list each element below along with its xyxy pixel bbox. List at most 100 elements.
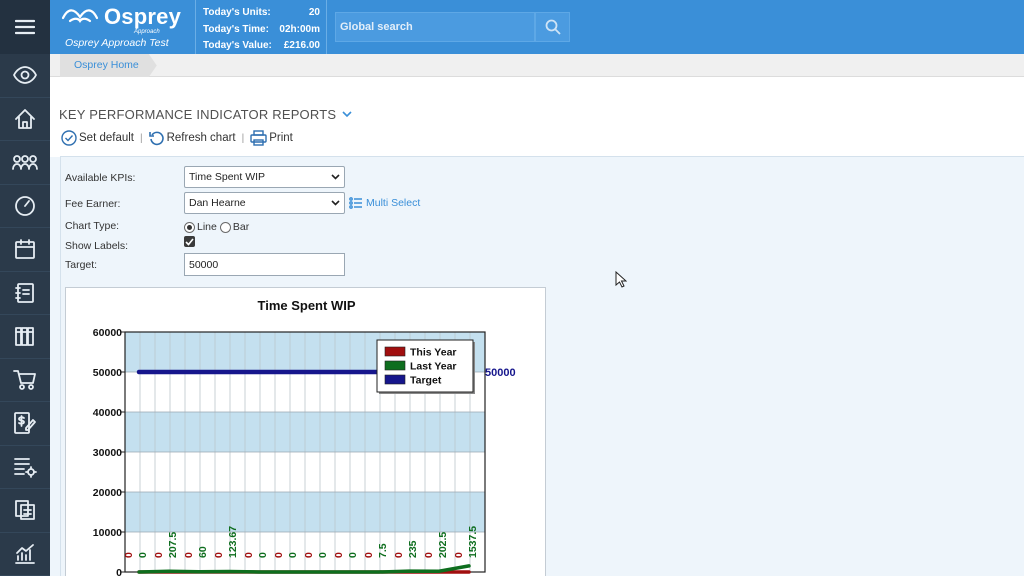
legend-swatch [384,346,406,357]
chart-icon [15,543,35,564]
y-tick-label: 40000 [93,407,122,419]
data-label: 0 [423,552,435,558]
rail-item-documents[interactable] [0,489,50,533]
list-gear-icon [14,457,37,478]
tenant-name: Osprey Approach Test [65,37,169,49]
notebook-icon [15,282,34,303]
data-label: 123.67 [227,526,239,558]
check-icon [185,237,194,246]
data-label: 0 [363,552,375,558]
stat-value-row: Today's Value: £216.00 [203,38,320,55]
chevron-down-icon [342,111,352,118]
rail-item-cart[interactable] [0,359,50,402]
rail-item-home[interactable] [0,98,50,141]
set-default-button[interactable]: Set default [61,130,134,146]
data-label: 0 [137,552,149,558]
dollar-edit-icon [14,412,36,435]
rail-item-reports[interactable] [0,533,50,576]
chevron-down-icon [331,200,340,206]
data-label: 0 [347,552,359,558]
radio-bar[interactable] [219,221,231,233]
y-tick-label: 30000 [93,447,122,459]
fee-earner-select[interactable]: Dan Hearne [184,192,345,214]
chart-type-options: Line Bar [184,221,249,233]
breadcrumb-home[interactable]: Osprey Home [60,54,157,77]
target-input[interactable] [184,253,345,276]
hamburger-icon [15,19,35,35]
chart-type-label: Chart Type: [65,220,120,232]
legend-label: Target [410,375,442,387]
stat-label: Today's Time: [203,23,269,35]
documents-icon [15,500,35,521]
rail-item-calendar[interactable] [0,228,50,272]
rail-item-library[interactable] [0,315,50,359]
data-label: 0 [153,552,165,558]
stat-value: £216.00 [283,40,320,51]
page-header: KEY PERFORMANCE INDICATOR REPORTS Set de… [50,77,1024,157]
rail-item-contacts[interactable] [0,141,50,185]
data-label: 0 [123,552,135,558]
data-label: 0 [273,552,285,558]
stat-value: 02h:00m [279,23,320,35]
print-label: Print [269,132,293,144]
books-icon [15,327,34,347]
list-icon [349,197,362,209]
page-title[interactable]: KEY PERFORMANCE INDICATOR REPORTS [59,107,352,122]
check-circle-icon [61,130,77,146]
show-labels-label: Show Labels: [65,240,129,252]
data-label: 0 [183,552,195,558]
y-tick-label: 50000 [93,367,122,379]
menu-button[interactable] [0,0,50,54]
calendar-icon [15,239,35,260]
rail-item-notebook[interactable] [0,272,50,315]
left-rail [0,0,50,576]
print-button[interactable]: Print [250,130,293,146]
refresh-label: Refresh chart [166,132,236,144]
kpi-select[interactable]: Time Spent WIP [184,166,345,188]
show-labels-checkbox[interactable] [184,236,195,247]
logo-text: Osprey [104,4,182,29]
data-label: 0 [257,552,269,558]
rail-item-settings-list[interactable] [0,446,50,489]
fee-earner-label: Fee Earner: [65,198,121,210]
multi-select-link[interactable]: Multi Select [349,197,420,209]
toolbar-separator: | [139,132,143,144]
data-label: 0 [393,552,405,558]
report-toolbar: Set default | Refresh chart | Print [61,130,293,146]
today-stats: Today's Units: 20 Today's Time: 02h:00m … [195,0,327,54]
rail-item-view[interactable] [0,54,50,98]
data-label: 0 [453,552,465,558]
y-tick-label: 10000 [93,527,122,539]
stat-value: 20 [308,7,320,18]
data-label: 60 [197,546,209,558]
chevron-down-icon [331,174,340,180]
legend-swatch [384,374,406,385]
kpi-select-value: Time Spent WIP [189,171,266,183]
refresh-icon [148,131,164,146]
mouse-cursor-icon [615,271,627,288]
target-end-label: 50000 [485,367,516,379]
data-label: 7.5 [377,543,389,558]
radio-bar-label: Bar [232,221,250,233]
data-label: 0 [303,552,315,558]
data-label: 0 [213,552,225,558]
data-label: 0 [317,552,329,558]
radio-line[interactable] [184,221,195,233]
search-button[interactable] [535,12,570,42]
rail-item-billing[interactable] [0,402,50,446]
toolbar-separator: | [241,132,245,144]
home-icon [15,108,35,129]
brand-logo[interactable]: Osprey Approach Osprey Approach Test [60,4,195,50]
global-search [335,12,535,42]
legend-label: Last Year [410,361,457,373]
global-search-input[interactable] [336,13,534,41]
rail-item-dashboard[interactable] [0,185,50,228]
data-label: 207.5 [167,532,179,558]
top-bar: Osprey Approach Osprey Approach Test Tod… [50,0,1024,54]
multi-select-label: Multi Select [366,197,421,209]
chart-canvas: 6000050000400003000020000100000500000 0 0 0… [93,327,516,576]
y-tick-label: 0 [116,567,122,576]
breadcrumb: Osprey Home [50,54,1024,77]
cart-icon [13,369,36,390]
refresh-chart-button[interactable]: Refresh chart [148,130,236,146]
